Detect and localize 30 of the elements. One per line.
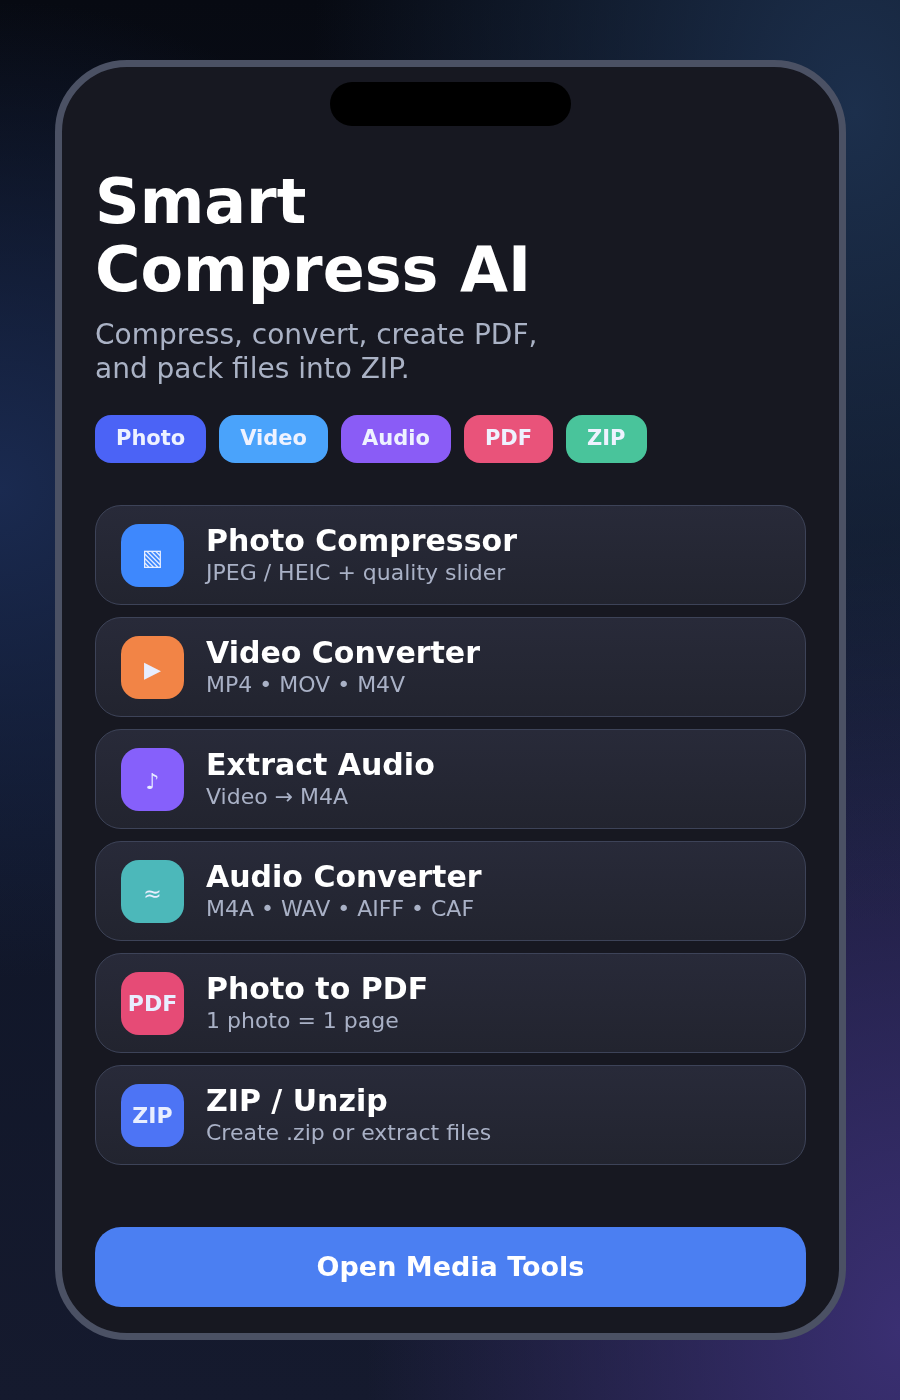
tool-title: ZIP / Unzip [206, 1083, 389, 1119]
app-description: Compress, convert, create PDF, and pack files into ZIP. [95, 318, 539, 386]
tool-title: Audio Converter [206, 859, 482, 895]
tool-card[interactable]: ♪ Extract Audio Video → M4A [95, 729, 806, 829]
category-tag: Video [219, 415, 329, 463]
tool-title: Extract Audio [206, 747, 435, 783]
tool-description: M4A • WAV • AIFF • CAF [206, 895, 476, 923]
tool-description: Video → M4A [206, 783, 350, 811]
category-tag: ZIP [566, 415, 647, 463]
tool-title: Photo Compressor [206, 523, 517, 559]
zip-label-icon: ZIP [121, 1083, 184, 1147]
tool-card[interactable]: ▧ Photo Compressor JPEG / HEIC + quality slider [95, 505, 806, 605]
category-tag: Audio [341, 415, 451, 463]
tool-description: Create .zip or extract files [206, 1119, 492, 1147]
tool-card[interactable]: ZIP ZIP / Unzip Create .zip or extract files [95, 1065, 806, 1165]
tool-description: MP4 • MOV • M4V [206, 671, 407, 699]
tool-title: Video Converter [206, 635, 480, 671]
tool-description: JPEG / HEIC + quality slider [206, 559, 507, 587]
open-media-tools-button[interactable]: Open Media Tools [95, 1227, 806, 1307]
category-tag: Photo [95, 415, 207, 463]
wave-icon: ≈ [121, 859, 184, 923]
play-icon: ▶ [121, 635, 184, 699]
pdf-label-icon: PDF [121, 971, 184, 1035]
tool-card[interactable]: ≈ Audio Converter M4A • WAV • AIFF • CAF [95, 841, 806, 941]
tool-title: Photo to PDF [206, 971, 429, 1007]
category-tag: PDF [463, 415, 554, 463]
music-note-icon: ♪ [121, 747, 184, 811]
tool-card[interactable]: ▶ Video Converter MP4 • MOV • M4V [95, 617, 806, 717]
tool-description: 1 photo = 1 page [206, 1007, 400, 1035]
app-title: Smart Compress AI [95, 168, 533, 304]
